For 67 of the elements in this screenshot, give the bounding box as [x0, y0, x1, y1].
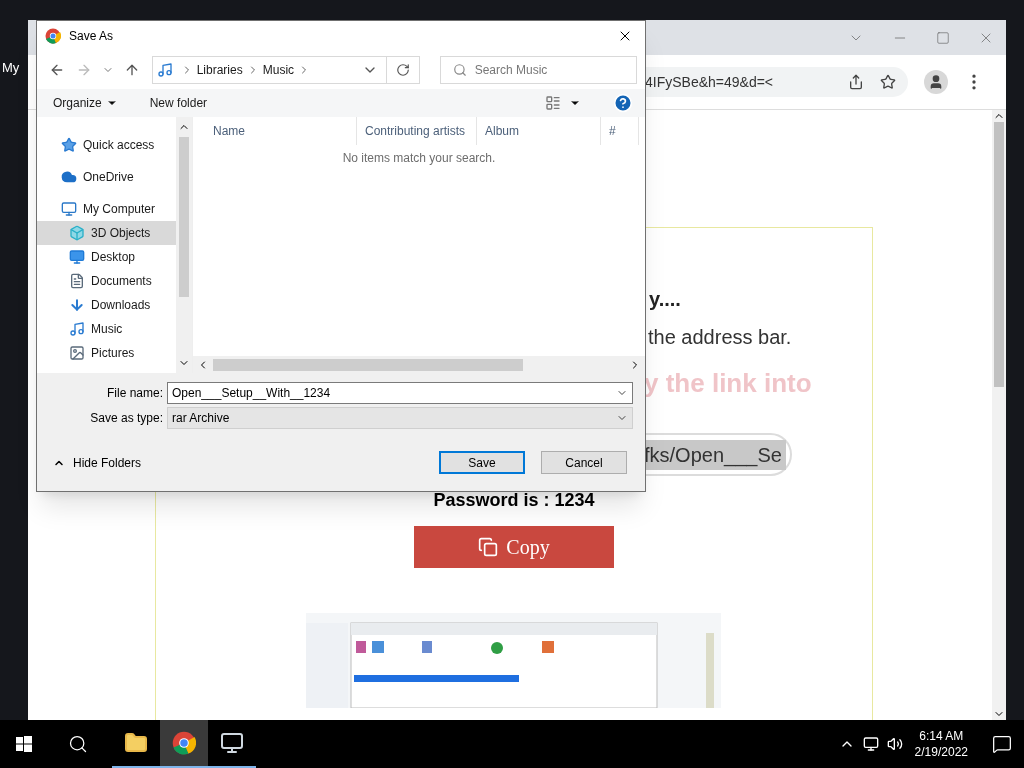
download-icon [69, 297, 85, 313]
music-note-icon [69, 321, 85, 337]
monitor-icon [220, 731, 244, 755]
scrollbar[interactable] [193, 356, 645, 373]
search-icon[interactable] [68, 734, 88, 754]
notification-icon[interactable] [992, 734, 1012, 754]
hide-folders-button[interactable]: Hide Folders [45, 453, 142, 472]
address-field[interactable]: Libraries Music [151, 56, 420, 84]
folder-icon [124, 731, 148, 755]
taskbar-app[interactable] [160, 720, 208, 768]
clock[interactable]: 6:14 AM 2/19/2022 [914, 728, 968, 760]
share-icon[interactable] [848, 74, 864, 90]
sidebar-item[interactable]: Pictures [37, 341, 176, 365]
browser-logo-icon [172, 731, 196, 755]
monitor-icon [69, 249, 85, 265]
desktop-icon-label[interactable]: My [2, 58, 20, 78]
person-icon [928, 74, 944, 90]
empty-message: No items match your search. [341, 150, 497, 167]
star-icon[interactable] [880, 74, 896, 90]
sidebar-item[interactable]: Desktop [37, 245, 176, 269]
sidebar-item[interactable]: 3D Objects [37, 221, 176, 245]
list-view-icon [545, 95, 561, 111]
column-header[interactable]: Name [193, 117, 357, 145]
file-name-field[interactable]: Open___Setup__With__1234 [167, 382, 633, 404]
cloud-icon [61, 169, 77, 185]
help-icon[interactable] [613, 93, 633, 113]
cancel-button[interactable]: Cancel [541, 451, 627, 474]
field-label: File name: [105, 385, 163, 402]
document-icon [69, 273, 85, 289]
dialog-title: Save As [69, 28, 114, 45]
heading: y.... [649, 287, 682, 312]
music-note-icon [156, 62, 173, 78]
column-header[interactable]: Contributing artists [357, 117, 477, 145]
scrollbar[interactable] [992, 110, 1006, 720]
browser-logo-icon [45, 28, 61, 44]
password-text: Password is : 1234 [432, 489, 596, 512]
start-button[interactable] [16, 736, 32, 752]
organize-menu[interactable]: Organize [53, 94, 118, 112]
view-menu-button[interactable] [545, 95, 581, 111]
column-header[interactable]: Album [477, 117, 601, 145]
copy-button[interactable]: Copy [414, 526, 614, 568]
copy-icon [478, 537, 499, 557]
instruction-text: the address bar. [648, 325, 793, 350]
volume-icon[interactable] [886, 736, 903, 752]
new-folder-button[interactable]: New folder [149, 94, 208, 112]
field-label: Save as type: [89, 410, 163, 427]
sidebar-item[interactable]: Documents [37, 269, 176, 293]
avatar-icon[interactable] [924, 70, 948, 94]
breadcrumb-item[interactable]: Music [262, 61, 295, 79]
refresh-icon[interactable] [395, 63, 410, 77]
save-type-dropdown[interactable]: rar Archive [167, 407, 633, 429]
sidebar-item[interactable]: Downloads [37, 293, 176, 317]
cube-icon [69, 225, 85, 241]
column-header[interactable]: # [601, 117, 639, 145]
sidebar-item[interactable]: OneDrive [37, 165, 176, 189]
sidebar-item[interactable]: Music [37, 317, 176, 341]
search-field[interactable]: Search Music [439, 56, 637, 84]
star-icon [61, 137, 77, 153]
network-icon[interactable] [862, 736, 879, 752]
monitor-icon [61, 201, 77, 217]
sidebar-item[interactable]: My Computer [37, 197, 176, 221]
sidebar-item[interactable]: Quick access [37, 133, 176, 157]
image-icon [69, 345, 85, 361]
search-icon [452, 63, 467, 77]
save-button[interactable]: Save [439, 451, 525, 474]
scrollbar[interactable] [176, 117, 192, 373]
breadcrumb-item[interactable]: Libraries [196, 61, 243, 79]
